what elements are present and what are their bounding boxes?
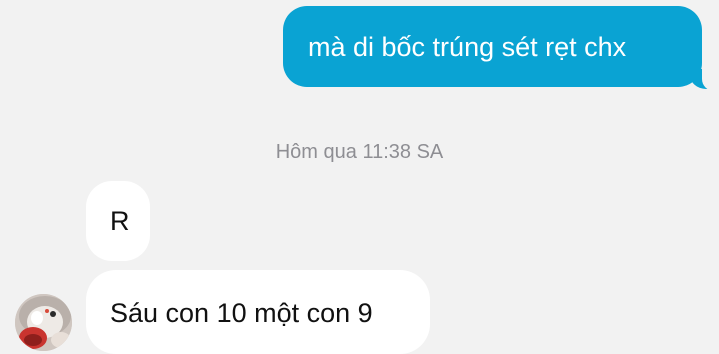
message-text: R [110,206,130,236]
message-text: Sáu con 10 một con 9 [110,298,373,328]
incoming-message-bubble[interactable]: Sáu con 10 một con 9 [86,270,430,354]
message-timestamp: Hôm qua 11:38 SA [275,141,444,163]
bubble-tail-mask [702,67,719,91]
avatar[interactable] [15,294,72,351]
message-thread: mà di bốc trúng sét rẹt chx Hôm qua 11:3… [0,0,719,354]
message-text: mà di bốc trúng sét rẹt chx [308,32,627,62]
incoming-message-bubble[interactable]: R [86,181,150,261]
user-avatar-photo-icon [15,294,72,351]
outgoing-message-bubble[interactable]: mà di bốc trúng sét rẹt chx [283,6,719,91]
